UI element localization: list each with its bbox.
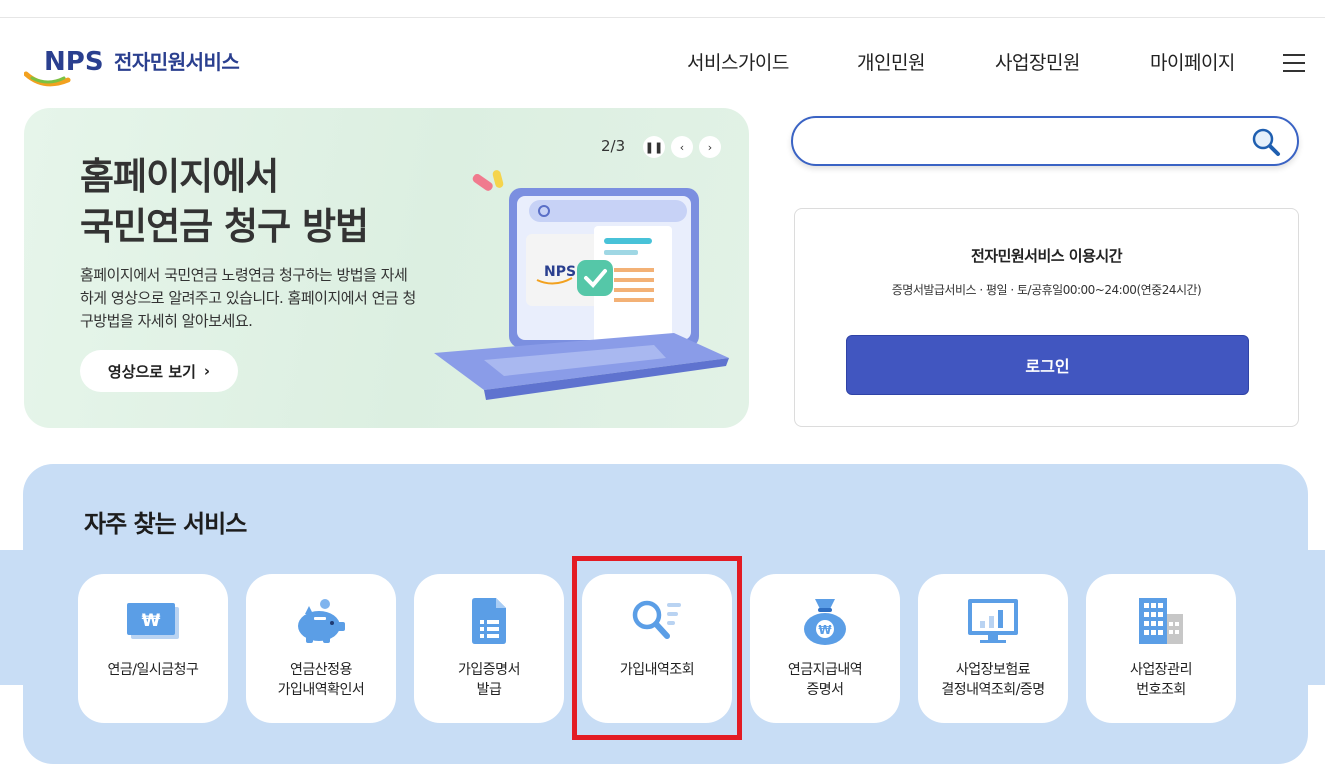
search-icon[interactable] — [1251, 127, 1281, 161]
service-card-label: 가입내역조회 — [619, 662, 695, 678]
nps-logo-mark: NPS — [24, 47, 104, 87]
chevron-right-icon: › — [203, 362, 211, 380]
frequent-services-title: 자주 찾는 서비스 — [84, 510, 247, 538]
logo-text: NPS — [44, 47, 104, 77]
prev-slide-icon[interactable]: ‹ — [671, 136, 693, 158]
watch-video-label: 영상으로 보기 — [107, 362, 196, 381]
service-card-business-number-lookup[interactable]: 사업장관리 번호조회 — [1086, 574, 1236, 723]
banner-title-line2: 국민연금 청구 방법 — [80, 205, 369, 248]
service-card-business-premium-lookup[interactable]: 사업장보험료 결정내역조회/증명 — [918, 574, 1068, 723]
service-card-enrollment-certificate[interactable]: 가입증명서 발급 — [414, 574, 564, 723]
nav-business-civil[interactable]: 사업장민원 — [995, 48, 1080, 78]
svg-text:₩: ₩ — [142, 611, 161, 631]
service-card-label: 가입증명서 발급 — [458, 662, 520, 698]
service-card-pension-history-confirmation[interactable]: 연금산정용 가입내역확인서 — [246, 574, 396, 723]
nps-logo[interactable]: NPS 전자민원서비스 — [24, 44, 240, 90]
nav-service-guide[interactable]: 서비스가이드 — [687, 48, 789, 78]
building-icon — [1086, 596, 1236, 646]
money-bag-icon: ₩ — [750, 596, 900, 646]
next-slide-icon[interactable]: › — [699, 136, 721, 158]
service-card-pension-claim[interactable]: ₩ 연금/일시금청구 — [78, 574, 228, 723]
service-card-label: 사업장보험료 결정내역조회/증명 — [941, 662, 1045, 698]
banner-description: 홈페이지에서 국민연금 노령연금 청구하는 방법을 자세하게 영상으로 알려주고… — [80, 266, 416, 330]
svg-text:₩: ₩ — [818, 623, 832, 637]
top-divider — [0, 17, 1325, 18]
nav-personal-civil[interactable]: 개인민원 — [857, 48, 925, 78]
slide-counter: 2/3 — [601, 137, 626, 155]
nav-my-page[interactable]: 마이페이지 — [1150, 48, 1235, 78]
login-button[interactable]: 로그인 — [846, 335, 1249, 395]
piggy-bank-icon — [246, 596, 396, 646]
search-input[interactable] — [813, 128, 1243, 154]
watch-video-button[interactable]: 영상으로 보기 › — [80, 350, 238, 392]
service-time-panel: 전자민원서비스 이용시간 증명서발급서비스 · 평일 · 토/공휴일00:00~… — [794, 208, 1299, 427]
service-time-title: 전자민원서비스 이용시간 — [970, 247, 1123, 265]
laptop-illustration: NPS — [434, 170, 729, 400]
service-card-enrollment-history-lookup[interactable]: 가입내역조회 — [582, 574, 732, 723]
logo-subtitle: 전자민원서비스 — [114, 49, 240, 74]
banner-title-line1: 홈페이지에서 — [80, 155, 279, 198]
service-card-pension-payment-certificate[interactable]: ₩ 연금지급내역 증명서 — [750, 574, 900, 723]
service-card-label: 연금산정용 가입내역확인서 — [277, 662, 365, 698]
search-list-icon — [582, 596, 732, 646]
banner-title: 홈페이지에서 국민연금 청구 방법 — [80, 152, 369, 252]
monitor-chart-icon — [918, 596, 1068, 646]
hamburger-icon[interactable] — [1283, 54, 1305, 72]
service-card-label: 연금/일시금청구 — [107, 662, 199, 678]
pause-icon[interactable]: ❚❚ — [643, 136, 665, 158]
document-icon — [414, 596, 564, 646]
won-card-icon: ₩ — [78, 596, 228, 646]
promo-banner: 홈페이지에서 국민연금 청구 방법 홈페이지에서 국민연금 노령연금 청구하는 … — [24, 108, 749, 428]
search-bar[interactable] — [791, 116, 1299, 166]
service-time-description: 증명서발급서비스 · 평일 · 토/공휴일00:00~24:00(연중24시간) — [891, 283, 1202, 297]
service-card-label: 연금지급내역 증명서 — [787, 662, 863, 698]
service-card-label: 사업장관리 번호조회 — [1130, 662, 1192, 698]
